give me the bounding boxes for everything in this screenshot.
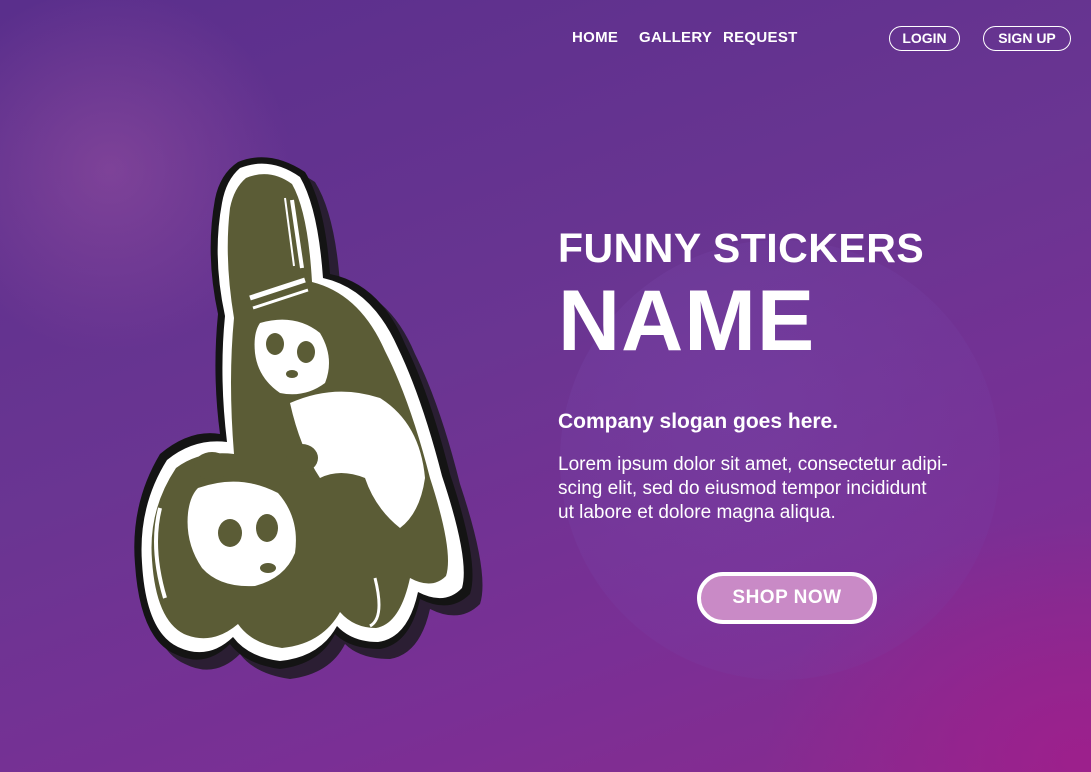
sign-up-button[interactable]: SIGN UP: [983, 26, 1071, 51]
description-line: ut labore et dolore magna aliqua.: [558, 502, 836, 523]
hero-title: NAME: [558, 273, 816, 369]
nav-gallery-link[interactable]: GALLERY: [639, 29, 712, 46]
company-slogan: Company slogan goes here.: [558, 410, 839, 433]
nav-request-link[interactable]: REQUEST: [723, 29, 798, 46]
nav-home-link[interactable]: HOME: [572, 29, 618, 46]
top-navigation: HOME GALLERY REQUEST LOGIN SIGN UP: [0, 0, 1091, 78]
hero-description: Lorem ipsum dolor sit amet, consectetur …: [558, 453, 1008, 525]
hero-subtitle: FUNNY STICKERS: [558, 225, 925, 271]
shop-now-button[interactable]: SHOP NOW: [697, 572, 877, 624]
description-line: scing elit, sed do eiusmod tempor incidi…: [558, 478, 927, 499]
panda-sticker-icon: [120, 148, 500, 693]
description-line: Lorem ipsum dolor sit amet, consectetur …: [558, 454, 948, 475]
login-button[interactable]: LOGIN: [889, 26, 960, 51]
